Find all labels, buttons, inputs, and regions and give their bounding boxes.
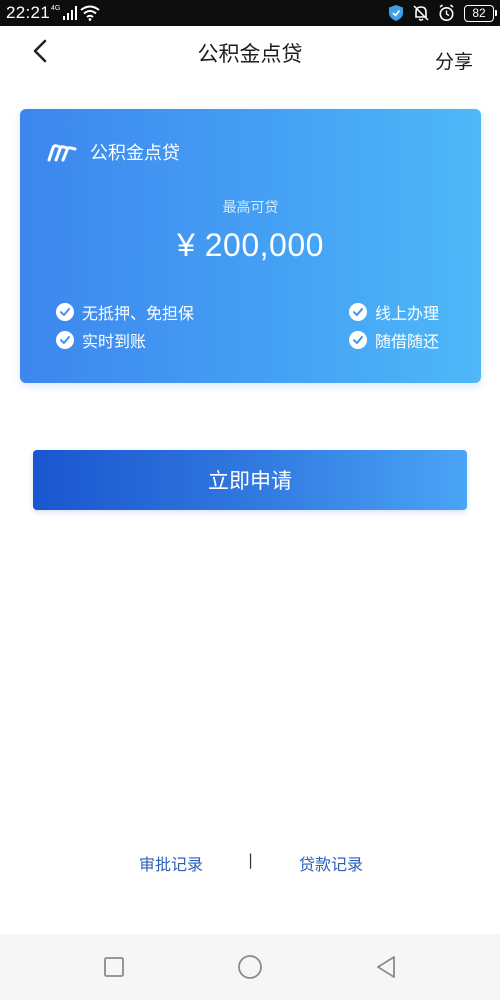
alarm-icon [439,4,454,21]
battery-indicator: 82 [464,4,497,22]
feature-label: 线上办理 [375,304,440,323]
max-loan-amount: ¥ 200,000 [177,227,324,263]
wifi-icon [80,5,100,21]
check-icon [349,303,367,321]
network-type-label: 4G [51,4,61,12]
signal-icon [63,6,78,20]
page-title: 公积金点贷 [197,42,303,66]
feature-item: 实时到账 [56,328,146,352]
share-button[interactable]: 分享 [435,47,473,74]
check-icon [56,303,74,321]
feature-item: 无抵押、免担保 [56,300,194,324]
feature-item: 线上办理 [349,300,439,324]
check-icon [349,331,367,349]
status-right-icons: 82 [388,3,497,23]
logo-icon [47,144,77,162]
max-loan-label: 最高可贷 [222,200,279,216]
bell-mute-icon [413,5,429,21]
feature-label: 随借随还 [375,332,440,351]
status-left-icons: 4G [51,4,100,22]
feature-label: 实时到账 [82,332,147,351]
apply-now-button[interactable]: 立即申请 [33,450,467,510]
link-divider: | [248,851,254,869]
circle-icon[interactable] [236,953,264,981]
approval-record-link[interactable]: 审批记录 [139,851,203,875]
loan-card: 公积金点贷 最高可贷 ¥ 200,000 无抵押、免担保 线上办理 实时到账 随… [20,109,481,383]
check-icon [56,331,74,349]
feature-item: 随借随还 [349,328,439,352]
status-time: 22:21 [6,3,51,22]
loan-record-link[interactable]: 贷款记录 [299,851,363,875]
square-icon[interactable] [100,953,128,981]
shield-icon [389,5,403,21]
card-product-name: 公积金点贷 [90,143,180,164]
status-bar: 22:21 4G 82 [0,0,500,26]
feature-label: 无抵押、免担保 [82,304,195,323]
system-navigation-bar [0,934,500,1000]
triangle-back-icon[interactable] [372,953,400,981]
